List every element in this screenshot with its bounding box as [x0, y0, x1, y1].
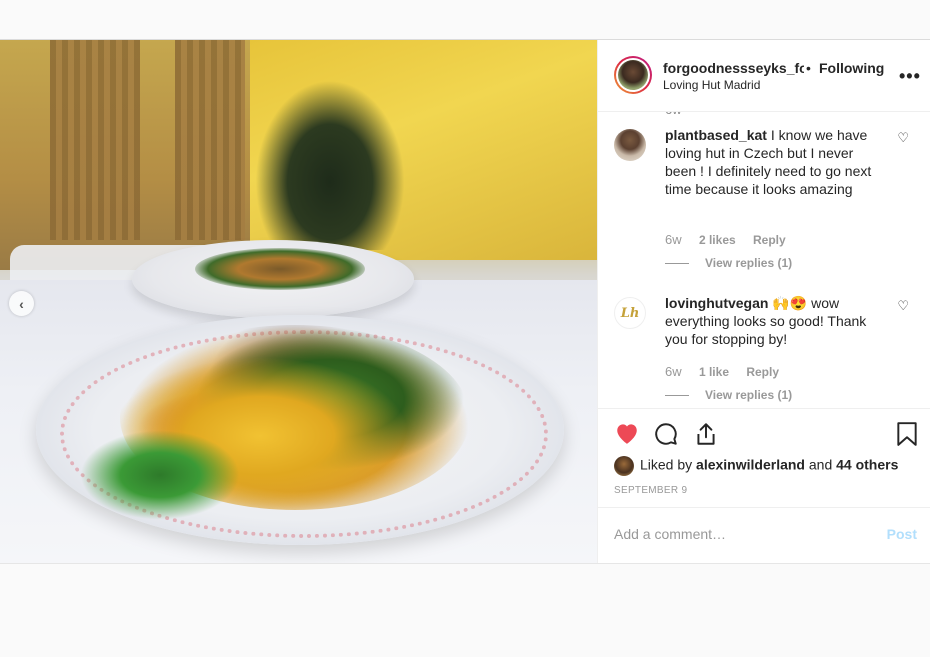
photo-parsley [80, 430, 240, 520]
previous-photo-button[interactable]: ‹ [9, 291, 34, 316]
post-side-panel: forgoodnessseyks_fo • Following Loving H… [597, 40, 930, 563]
reply-button[interactable]: Reply [753, 233, 786, 247]
comment-likes-count[interactable]: 2 likes [699, 233, 736, 247]
add-comment-section: Post [598, 507, 930, 564]
following-button[interactable]: Following [819, 60, 884, 76]
view-replies-button[interactable]: View replies (1) [665, 256, 792, 270]
author-avatar[interactable] [614, 56, 652, 94]
comment-meta: 6w 2 likes Reply [665, 232, 800, 247]
likes-summary: Liked by alexinwilderland and 44 others [614, 456, 898, 476]
comment-timestamp[interactable]: 6w [665, 232, 682, 247]
comment-username[interactable]: lovinghutvegan [665, 295, 768, 311]
replies-line [665, 395, 689, 397]
avatar-logo-text: Lh [620, 305, 640, 321]
separator-dot: • [806, 60, 811, 76]
comment-timestamp: 6w [665, 112, 682, 117]
post-actions: Liked by alexinwilderland and 44 others … [598, 408, 930, 508]
comment-body: lovinghutvegan 🙌😍 wow everything looks s… [665, 294, 883, 348]
post-comment-button[interactable]: Post [887, 526, 917, 542]
top-bar [0, 0, 930, 40]
chevron-left-icon: ‹ [19, 295, 24, 312]
view-replies-button[interactable]: View replies (1) [665, 388, 792, 402]
replies-line [665, 263, 689, 265]
share-icon[interactable] [694, 421, 718, 452]
photo-plant [255, 80, 405, 250]
more-options-icon[interactable]: ••• [899, 66, 921, 87]
likes-conjunction: and [808, 456, 833, 473]
speech-bubble-icon[interactable] [653, 421, 679, 452]
view-replies-label: View replies (1) [705, 256, 793, 270]
likes-others[interactable]: 44 others [836, 457, 898, 473]
comment-username[interactable]: plantbased_kat [665, 127, 767, 143]
bookmark-icon[interactable] [896, 421, 918, 452]
post-modal: ‹ forgoodnessseyks_fo • Following Loving… [0, 40, 930, 564]
likes-prefix: Liked by [640, 456, 693, 473]
post-header: forgoodnessseyks_fo • Following Loving H… [598, 40, 930, 112]
post-date[interactable]: SEPTEMBER 9 [614, 485, 687, 496]
avatar[interactable] [614, 129, 646, 161]
comment-input[interactable] [614, 526, 874, 542]
comment-meta: 6w 1 like Reply [665, 364, 793, 379]
view-replies-label: View replies (1) [705, 388, 793, 402]
photo-tile-wall [50, 40, 140, 240]
comment-timestamp[interactable]: 6w [665, 364, 682, 379]
avatar[interactable]: Lh [614, 297, 646, 329]
comment-like-icon[interactable]: ♡ [897, 298, 909, 314]
reply-button[interactable]: Reply [746, 365, 779, 379]
post-photo[interactable]: ‹ [0, 40, 597, 563]
page-background [0, 564, 930, 657]
heart-filled-icon[interactable] [614, 421, 640, 450]
avatar[interactable] [614, 456, 634, 476]
author-username[interactable]: forgoodnessseyks_fo [663, 60, 804, 76]
likes-user[interactable]: alexinwilderland [696, 457, 805, 473]
post-location[interactable]: Loving Hut Madrid [663, 78, 760, 92]
comment-likes-count[interactable]: 1 like [699, 365, 729, 379]
comments-list[interactable]: 6w plantbased_kat I know we have loving … [598, 112, 930, 408]
comment-body: plantbased_kat I know we have loving hut… [665, 126, 883, 198]
photo-food-back [195, 248, 365, 290]
photo-tile-wall [175, 40, 245, 240]
comment-like-icon[interactable]: ♡ [897, 130, 909, 146]
